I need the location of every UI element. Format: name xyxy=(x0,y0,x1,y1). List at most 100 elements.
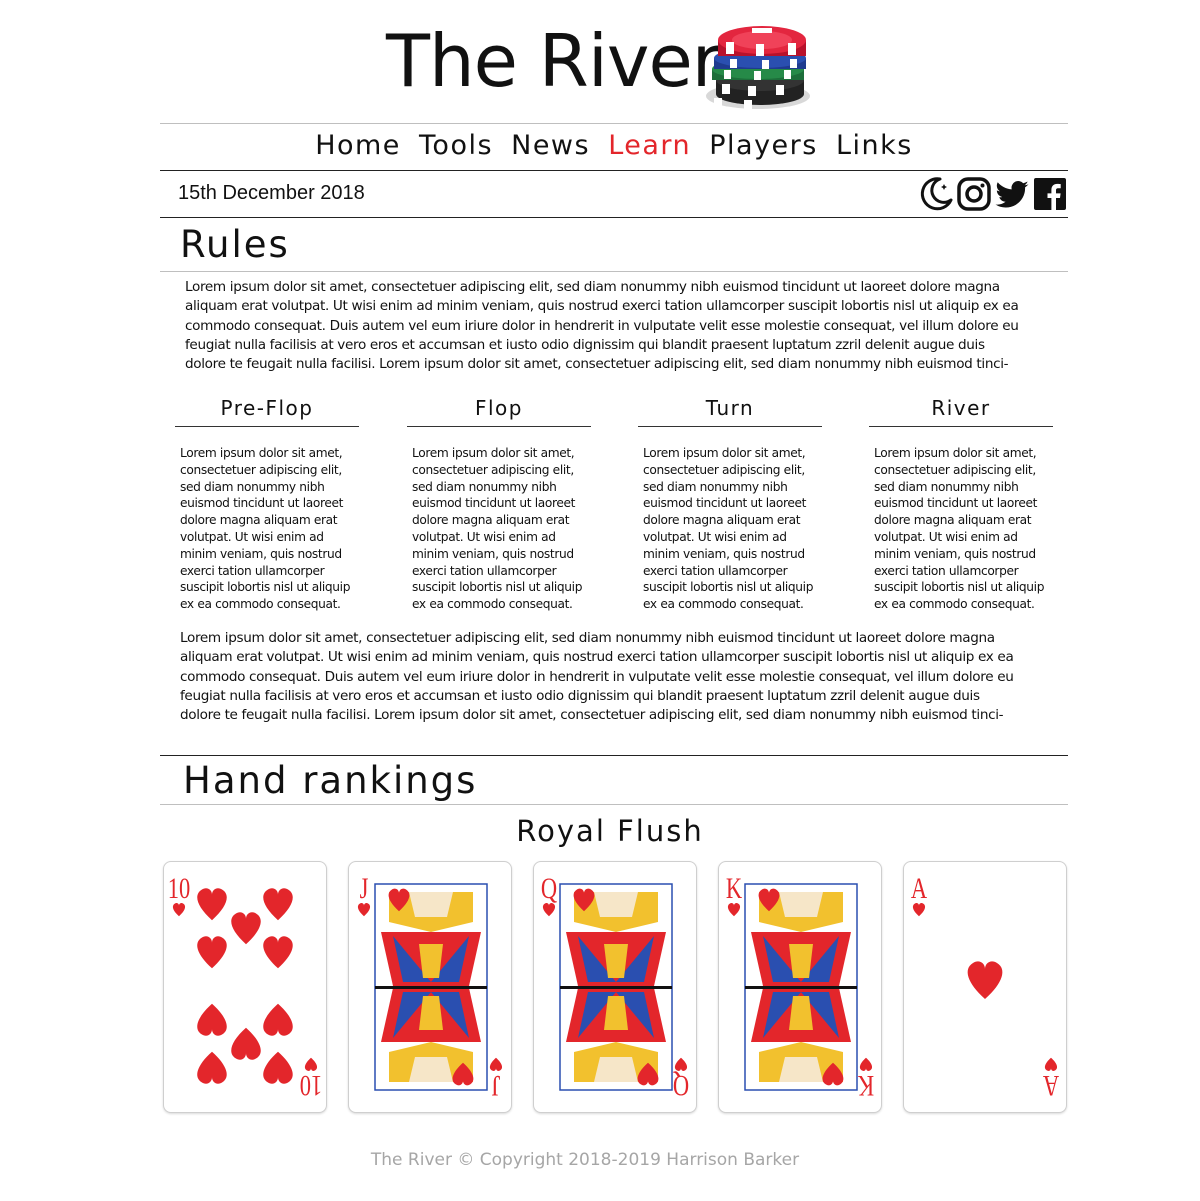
date-divider xyxy=(160,217,1068,218)
playing-card-10-hearts[interactable]: 10 10 xyxy=(163,861,327,1113)
stage-heading: Pre-Flop xyxy=(175,392,359,427)
nav-home[interactable]: Home xyxy=(315,130,401,161)
stage-text-line: minim veniam, quis nostrud xyxy=(643,546,805,561)
card-rank-label: K xyxy=(726,871,742,905)
main-nav: Home Tools News Learn Players Links xyxy=(160,130,1068,161)
heart-pip-icon xyxy=(859,1057,873,1071)
card-rank-label: K xyxy=(858,1069,874,1103)
court-figure-icon xyxy=(744,883,858,1091)
heart-pip-icon xyxy=(263,1051,293,1084)
stage-text-line: volutpat. Ut wisi enim ad xyxy=(180,529,324,544)
heart-pip-icon xyxy=(304,1057,318,1071)
stage-text-line: sed diam nonummy nibh xyxy=(180,479,325,494)
stage-heading: Turn xyxy=(638,392,822,427)
rules-intro-line: feugiat nulla facilisis at vero eros et … xyxy=(185,336,985,353)
playing-card-q-hearts[interactable]: QQ xyxy=(533,861,697,1113)
social-links xyxy=(918,176,1066,212)
nav-learn[interactable]: Learn xyxy=(608,130,691,161)
stage-preflop: Pre-Flop Lorem ipsum dolor sit amet, con… xyxy=(175,392,359,613)
rules-title: Rules xyxy=(180,223,290,266)
heart-pip-icon xyxy=(197,1051,227,1084)
heart-pip-icon xyxy=(967,961,1003,999)
card-rank-label: Q xyxy=(541,871,557,905)
stage-text-line: ex ea commodo consequat. xyxy=(643,597,804,612)
hand-rankings-title: Hand rankings xyxy=(183,759,478,802)
stage-flop: Flop Lorem ipsum dolor sit amet, consect… xyxy=(407,392,591,613)
rules-outro-line: aliquam erat volutpat. Ut wisi enim ad m… xyxy=(180,649,1014,666)
card-rank-label: J xyxy=(360,871,369,905)
rules-outro-line: Lorem ipsum dolor sit amet, consectetuer… xyxy=(180,630,995,646)
rules-intro: Lorem ipsum dolor sit amet, consectetuer… xyxy=(185,278,1065,374)
stage-text-line: exerci tation ullamcorper xyxy=(643,563,788,578)
heart-pip-icon xyxy=(489,1057,503,1071)
card-face: AA xyxy=(911,871,1059,1103)
stage-text-line: consectetuer adipiscing elit, xyxy=(412,462,574,477)
heart-pip-icon xyxy=(263,1003,293,1036)
stage-text-line: suscipit lobortis nisl ut aliquip xyxy=(180,580,351,595)
stage-text-line: ex ea commodo consequat. xyxy=(874,597,1035,612)
nav-players[interactable]: Players xyxy=(709,130,818,161)
stage-heading: River xyxy=(869,392,1053,427)
stage-turn: Turn Lorem ipsum dolor sit amet, consect… xyxy=(638,392,822,613)
nav-tools[interactable]: Tools xyxy=(419,130,493,161)
card-face: QQ xyxy=(541,871,689,1103)
stage-text-line: sed diam nonummy nibh xyxy=(874,479,1019,494)
rules-outro-line: dolore te feugait nulla facilisi. Lorem … xyxy=(180,707,1004,724)
heart-pip-icon xyxy=(263,888,293,921)
footer-copyright: The River © Copyright 2018-2019 Harrison… xyxy=(370,1150,800,1170)
rules-intro-line: aliquam erat volutpat. Ut wisi enim ad m… xyxy=(185,298,1019,315)
heart-pip-icon xyxy=(357,903,371,917)
heart-pip-icon xyxy=(263,936,293,969)
card-face: 10 10 xyxy=(168,871,322,1103)
poker-chips-icon xyxy=(700,14,818,119)
stage-heading: Flop xyxy=(407,392,591,427)
heart-pip-icon xyxy=(231,1027,261,1060)
stage-text-line: minim veniam, quis nostrud xyxy=(874,546,1036,561)
moon-icon[interactable] xyxy=(918,176,954,212)
card-rank-label: 10 xyxy=(300,1069,322,1103)
site-title[interactable]: The River xyxy=(386,18,721,104)
stage-text-line: euismod tincidunt ut laoreet xyxy=(874,496,1038,511)
heart-pip-icon xyxy=(1044,1057,1058,1071)
stage-text-line: sed diam nonummy nibh xyxy=(412,479,557,494)
stage-text-line: minim veniam, quis nostrud xyxy=(412,546,574,561)
stage-text-line: sed diam nonummy nibh xyxy=(643,479,788,494)
heart-pip-icon xyxy=(197,1003,227,1036)
playing-card-k-hearts[interactable]: KK xyxy=(718,861,882,1113)
rules-intro-line: Lorem ipsum dolor sit amet, consectetuer… xyxy=(185,279,1000,295)
rules-intro-line: commodo consequat. Duis autem vel eum ir… xyxy=(185,317,1019,334)
rules-intro-line: dolore te feugait nulla facilisi. Lorem … xyxy=(185,356,1009,373)
stage-text-line: ex ea commodo consequat. xyxy=(412,597,573,612)
stage-text-line: volutpat. Ut wisi enim ad xyxy=(412,529,556,544)
stage-river: River Lorem ipsum dolor sit amet, consec… xyxy=(869,392,1053,613)
stage-text-line: Lorem ipsum dolor sit amet, xyxy=(180,446,343,460)
stage-text-line: dolore magna aliquam erat xyxy=(874,513,1032,528)
court-figure-icon xyxy=(559,883,673,1091)
stage-text-line: minim veniam, quis nostrud xyxy=(180,546,342,561)
stage-text-line: dolore magna aliquam erat xyxy=(643,513,801,528)
facebook-icon[interactable] xyxy=(1032,176,1068,212)
card-rank-label: A xyxy=(911,871,927,905)
heart-pip-icon xyxy=(231,912,261,945)
heart-pip-icon xyxy=(727,903,741,917)
stage-text: Lorem ipsum dolor sit amet, consectetuer… xyxy=(869,445,1053,613)
stage-text-line: dolore magna aliquam erat xyxy=(412,513,570,528)
playing-card-j-hearts[interactable]: JJ xyxy=(348,861,512,1113)
nav-divider xyxy=(160,170,1068,171)
card-face: KK xyxy=(726,871,874,1103)
rules-outro: Lorem ipsum dolor sit amet, consectetuer… xyxy=(180,629,1065,725)
instagram-icon[interactable] xyxy=(956,176,992,212)
section-divider xyxy=(160,755,1068,756)
stage-text: Lorem ipsum dolor sit amet, consectetuer… xyxy=(175,445,359,613)
header-divider xyxy=(160,123,1068,124)
playing-card-a-hearts[interactable]: AA xyxy=(903,861,1067,1113)
card-rank-label: Q xyxy=(673,1069,689,1103)
current-date: 15th December 2018 xyxy=(178,182,365,204)
rules-outro-line: feugiat nulla facilisis at vero eros et … xyxy=(180,687,980,704)
stage-text-line: Lorem ipsum dolor sit amet, xyxy=(412,446,575,460)
hand-rankings-divider xyxy=(160,804,1068,805)
twitter-icon[interactable] xyxy=(994,176,1030,212)
nav-news[interactable]: News xyxy=(511,130,590,161)
stage-text-line: exerci tation ullamcorper xyxy=(180,563,325,578)
nav-links[interactable]: Links xyxy=(836,130,913,161)
